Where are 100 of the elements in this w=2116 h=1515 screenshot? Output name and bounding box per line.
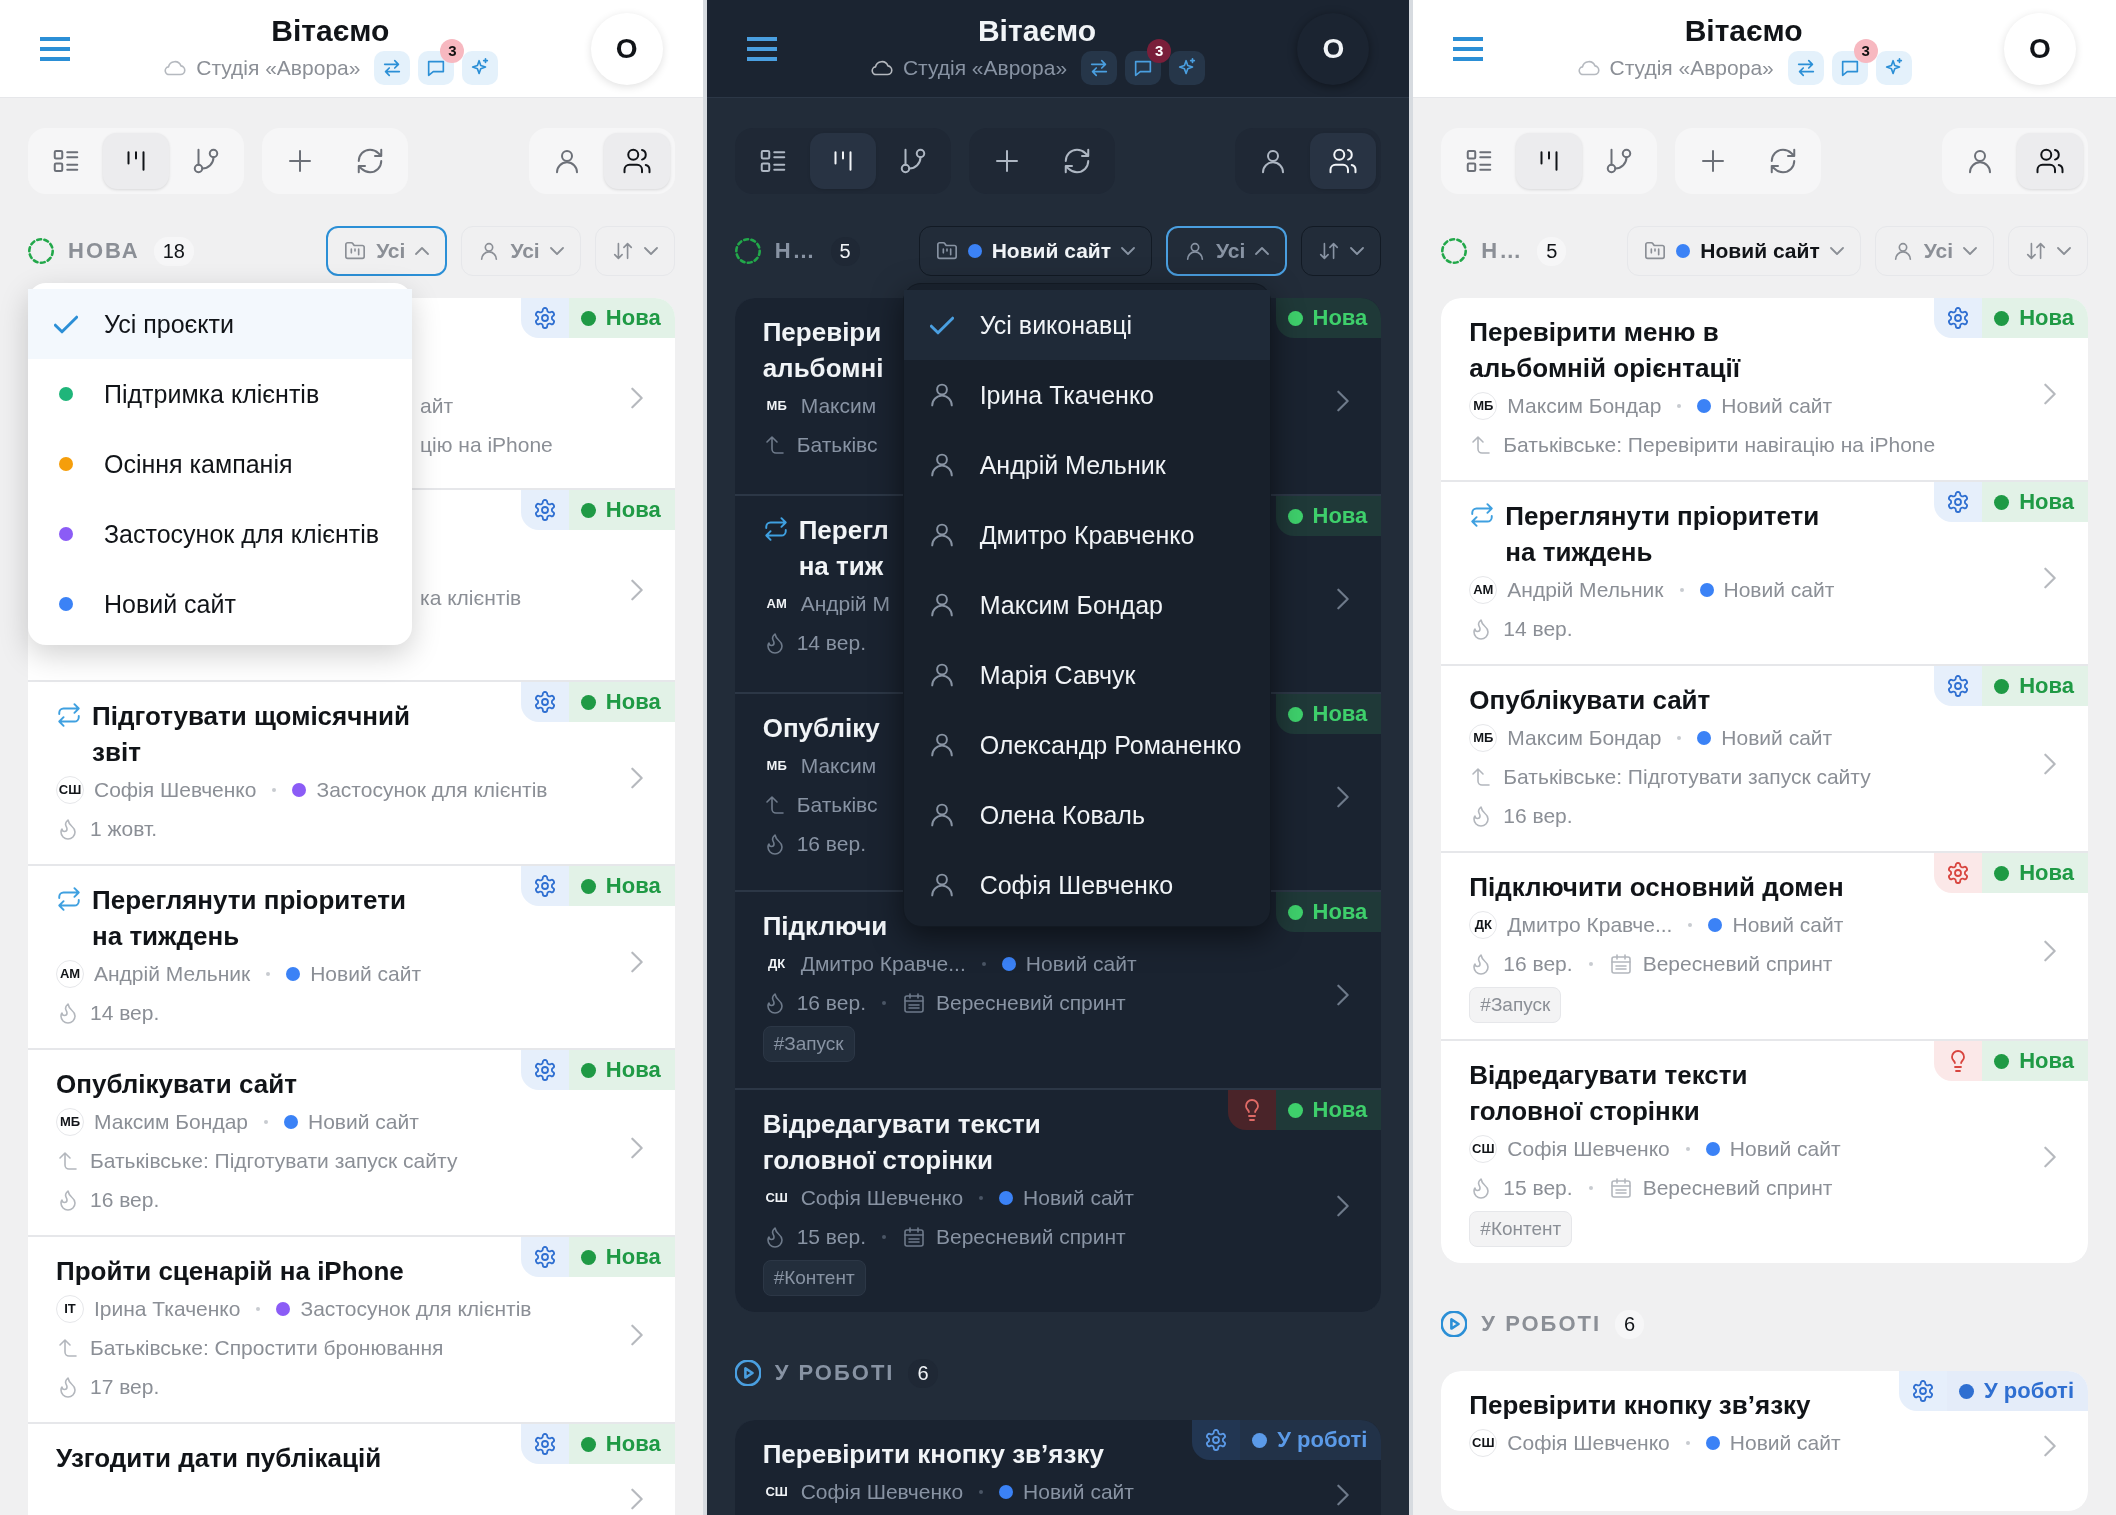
project-name: Новий сайт [1729,1136,1841,1162]
task-title: Опублікувати сайт [1469,684,1711,717]
task-title: Перевірити меню в альбомній орієнтації [1469,316,1742,385]
due-date: 17 вер. [90,1374,160,1400]
column-title: У РОБОТІ [774,1360,895,1386]
project-name: Новий сайт [1721,725,1833,751]
task-title: Підключити основний домен [1469,871,1844,904]
assignee-name: Андрій Мельник [94,961,251,987]
assignee-name: Софія Шевченко [800,1185,964,1211]
status-label: Нова [1312,899,1368,925]
parent-task: Батьківське: Підготувати запуск сайту [1503,764,1871,790]
card-text: цію на iPhone [420,432,553,458]
due-date: 16 вер. [1503,803,1573,829]
task-title: Опубліку [762,712,880,745]
assignee-name: Софія Шевченко [1507,1136,1670,1162]
task-title: Відредагувати тексти головної сторінки [1469,1059,1749,1128]
project-name: Новий сайт [1732,912,1844,938]
assignee-name: Софія Шевченко [800,1479,964,1505]
task-title: Опублікувати сайт [56,1068,297,1101]
card-text: ка клієнтів [420,585,522,611]
column-title: Н… [774,238,817,264]
task-title: на тиж [798,550,884,583]
task-title: Перевірити кнопку зв’язку [762,1438,1104,1471]
project-name: Новий сайт [1025,951,1137,977]
notification-badge: 3 [1853,38,1878,63]
due-date: 14 вер. [796,630,866,656]
project-name: Новий сайт [310,961,421,987]
screen-title: Вітаємо [271,12,390,49]
assignee-name: Максим Бондар [94,1109,248,1135]
task-title: Відредагувати тексти головної сторінки [762,1108,1042,1177]
assignee-name: Софія Шевченко [1507,1430,1670,1456]
due-date: 14 вер. [90,1000,160,1026]
column-count: 6 [908,1358,938,1388]
parent-task: Батьківське: Підготувати запуск сайту [90,1148,458,1174]
status-label: У роботі [1277,1427,1368,1453]
assignee-name: Ірина Ткаченко [94,1296,241,1322]
task-title: Переглянути пріоритети на тиждень [92,884,407,953]
parent-task: Батьківс [796,792,878,818]
task-title: альбомні [762,352,884,385]
project-name: Новий сайт [1023,1479,1134,1505]
project-name: Новий сайт [1721,393,1833,419]
task-title: Перегл [798,514,889,547]
task-title: Перевіри [762,316,882,349]
assignee-name: Дмитро Кравче... [1507,912,1673,938]
assignee-name: Максим Бондар [1507,725,1662,751]
due-date: 16 вер. [90,1187,160,1213]
status-label: Нова [605,305,661,331]
task-title: Перевірити кнопку зв’язку [1469,1389,1811,1422]
due-date: 15 вер. [1503,1175,1573,1201]
status-label: Нова [2019,1048,2074,1074]
assignee-avatar: СШ [764,1189,789,1207]
assignee-avatar: ДК [767,955,787,973]
assignee-name: Максим Бондар [1507,393,1662,419]
sprint-name: Вересневий спринт [1642,1175,1833,1201]
status-label: Нова [605,497,661,523]
project-name: Новий сайт [1023,1185,1134,1211]
project-name: Застосунок для клієнтів [300,1296,532,1322]
parent-task: Батьківське: Спростити бронювання [90,1335,444,1361]
task-title: Підготувати щомісячний звіт [92,700,411,769]
parent-task: Батьківське: Перевірити навігацію на iPhone [1503,432,1936,458]
column-title: НОВА [68,238,140,264]
task-title: Пройти сценарій на iPhone [56,1255,404,1288]
status-label: Нова [2019,489,2074,515]
task-title: Узгодити дати публікацій [56,1442,382,1475]
assignee-name: Максим [800,753,877,779]
assignee-name: Максим [800,393,877,419]
status-label: Нова [2019,860,2074,886]
status-label: Нова [605,689,661,715]
project-name: Застосунок для клієнтів [316,777,548,803]
status-label: Нова [1312,503,1368,529]
status-label: Нова [1312,701,1368,727]
column-count: 18 [153,236,194,266]
status-label: Нова [2019,305,2074,331]
due-date: 14 вер. [1503,616,1573,642]
status-label: У роботі [1983,1378,2074,1404]
card-text: айт [420,393,454,419]
column-title: Н… [1481,238,1524,264]
column-count: 6 [1615,1309,1645,1339]
status-label: Нова [605,873,661,899]
assignee-avatar: МБ [765,757,788,775]
project-name: Новий сайт [1723,577,1835,603]
project-name: Новий сайт [1729,1430,1841,1456]
assignee-name: Софія Шевченко [94,777,257,803]
status-label: Нова [1312,1097,1368,1123]
status-label: Нова [605,1431,661,1457]
due-date: 16 вер. [796,990,866,1016]
notification-badge: 3 [1147,38,1172,63]
sprint-name: Вересневий спринт [1642,951,1833,977]
assignee-avatar: МБ [765,397,788,415]
column-count: 5 [1537,236,1567,266]
due-date: 15 вер. [796,1224,866,1250]
column-count: 5 [830,236,860,266]
notification-badge: 3 [440,38,465,63]
task-title: Переглянути пріоритети на тиждень [1505,500,1821,569]
column-title: У РОБОТІ [1481,1311,1602,1337]
screen-title: Вітаємо [977,12,1097,49]
status-label: Нова [1312,305,1368,331]
status-label: Нова [2019,673,2074,699]
sprint-name: Вересневий спринт [935,1224,1126,1250]
screen-title: Вітаємо [1684,12,1803,49]
